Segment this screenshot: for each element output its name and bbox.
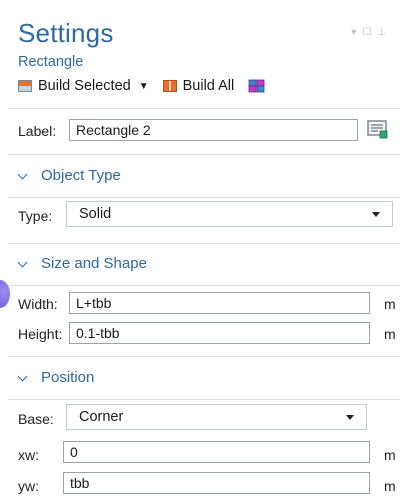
- yw-input[interactable]: tbb: [63, 472, 370, 494]
- pin-icon[interactable]: ⊥: [377, 28, 386, 38]
- height-unit: m: [384, 326, 396, 342]
- position-section-header[interactable]: Position: [18, 369, 94, 386]
- dropdown-caret-icon: [346, 415, 354, 420]
- chevron-down-icon: [18, 373, 27, 382]
- width-input[interactable]: L+tbb: [69, 292, 370, 314]
- divider: [8, 399, 400, 400]
- width-label: Width:: [18, 296, 58, 312]
- build-selected-label: Build Selected: [38, 78, 131, 94]
- label-field-label: Label:: [18, 123, 57, 139]
- build-selected-icon: [18, 80, 32, 92]
- node-subtitle: Rectangle: [18, 54, 84, 70]
- label-edit-icon: [367, 120, 388, 139]
- size-shape-section-header[interactable]: Size and Shape: [18, 255, 147, 272]
- dropdown-arrow-icon[interactable]: ▾: [351, 28, 356, 38]
- yw-label: yw:: [18, 478, 39, 494]
- dropdown-caret-icon: [372, 212, 380, 217]
- base-select-value: Corner: [79, 409, 124, 425]
- build-selected-button[interactable]: Build Selected ▼: [18, 78, 149, 94]
- width-unit: m: [384, 296, 396, 312]
- height-label: Height:: [18, 326, 63, 342]
- settings-panel: Settings Rectangle ▾ ☐ ⊥ Build Selected …: [0, 0, 400, 503]
- label-input[interactable]: Rectangle 2: [69, 119, 358, 141]
- divider: [8, 285, 400, 286]
- base-select[interactable]: Corner: [66, 404, 367, 430]
- divider: [8, 154, 400, 155]
- build-all-label: Build All: [182, 78, 235, 94]
- height-input[interactable]: 0.1-tbb: [69, 322, 370, 344]
- position-heading: Position: [41, 369, 95, 386]
- build-all-button[interactable]: Build All: [162, 78, 235, 94]
- chevron-down-icon[interactable]: ▼: [139, 81, 149, 92]
- toolbar: Build Selected ▼ Build All: [18, 78, 279, 94]
- xw-unit: m: [384, 447, 396, 463]
- divider: [8, 197, 400, 198]
- divider: [8, 108, 400, 109]
- window-controls: ▾ ☐ ⊥: [351, 28, 386, 38]
- object-type-heading: Object Type: [41, 167, 121, 184]
- type-select-value: Solid: [79, 206, 112, 222]
- object-type-section-header[interactable]: Object Type: [18, 167, 121, 184]
- base-label: Base:: [18, 411, 54, 427]
- maximize-icon[interactable]: ☐: [362, 28, 371, 38]
- type-label: Type:: [18, 208, 53, 224]
- label-edit-button[interactable]: [366, 119, 390, 141]
- xw-input[interactable]: 0: [63, 441, 370, 463]
- page-title: Settings: [18, 18, 114, 48]
- yw-unit: m: [384, 478, 396, 494]
- xw-label: xw:: [18, 447, 39, 463]
- build-all-icon: [162, 80, 177, 92]
- geometry-button[interactable]: [248, 79, 265, 93]
- chevron-down-icon: [18, 259, 27, 268]
- chevron-down-icon: [18, 171, 27, 180]
- size-shape-heading: Size and Shape: [41, 255, 147, 272]
- geometry-icon: [248, 79, 265, 93]
- divider: [8, 243, 400, 244]
- type-select[interactable]: Solid: [66, 201, 393, 227]
- divider: [8, 356, 400, 357]
